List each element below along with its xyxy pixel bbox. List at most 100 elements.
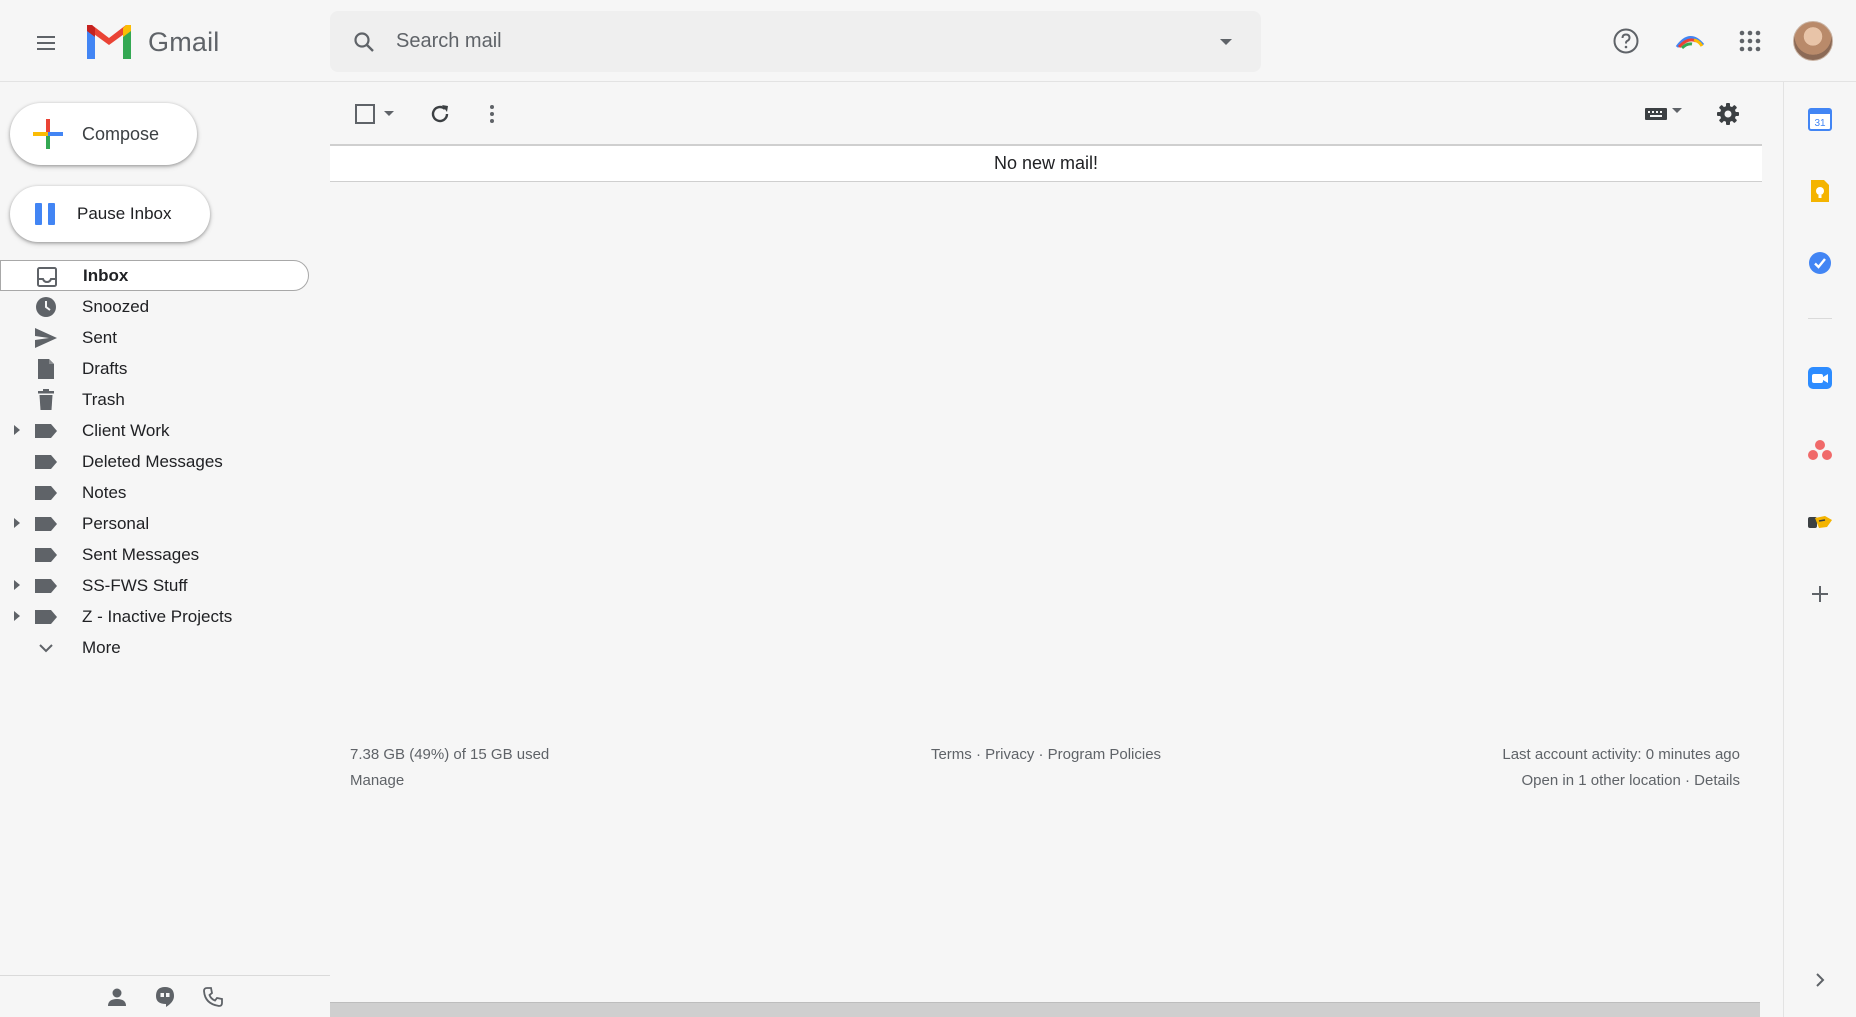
pause-icon [35, 203, 55, 225]
caret-down-icon [1672, 108, 1682, 113]
sidebar-item-personal[interactable]: Personal [0, 508, 330, 539]
checkbox-icon [355, 104, 375, 124]
get-addons-button[interactable] [1800, 574, 1840, 614]
show-side-panel-button[interactable] [1800, 960, 1840, 1000]
zoom-addon[interactable] [1800, 358, 1840, 398]
settings-button[interactable] [1708, 94, 1748, 134]
caret-down-icon [1220, 39, 1232, 45]
sidebar-item-label: Personal [82, 513, 150, 533]
draft-icon [34, 357, 58, 381]
main-menu-button[interactable] [24, 21, 68, 65]
select-all-checkbox[interactable] [350, 94, 398, 134]
terms-link[interactable]: Terms [931, 746, 972, 763]
program-policies-link[interactable]: Program Policies [1048, 746, 1161, 763]
sidebar-item-label: Deleted Messages [82, 451, 223, 471]
label-icon [34, 512, 58, 536]
sidebar-item-snoozed[interactable]: Snoozed [0, 291, 330, 322]
plus-icon [1812, 586, 1828, 602]
side-panel-divider [1808, 318, 1832, 319]
search-bar [330, 11, 1261, 72]
empty-inbox-bar: No new mail! [330, 144, 1762, 182]
horizontal-scrollbar[interactable] [330, 1002, 1760, 1017]
sidebar-item-sent-messages[interactable]: Sent Messages [0, 539, 330, 570]
search-options-button[interactable] [1213, 29, 1239, 55]
compose-label: Compose [82, 123, 160, 144]
sidebar-item-label: Sent [82, 327, 117, 347]
folder-list: Inbox Snoozed Sent Drafts Trash Client W… [0, 260, 330, 663]
sidebar-item-label: More [82, 637, 121, 657]
compose-plus-icon [33, 119, 63, 149]
tasks-addon[interactable] [1800, 243, 1840, 283]
keyboard-icon [1645, 108, 1667, 120]
addon-extension[interactable] [1800, 502, 1840, 542]
search-input[interactable] [396, 30, 1176, 53]
details-link[interactable]: Details [1694, 772, 1740, 789]
calendar-addon[interactable]: 31 [1800, 99, 1840, 139]
sidebar-item-label: Inbox [83, 265, 129, 285]
pause-inbox-button[interactable]: Pause Inbox [10, 186, 210, 242]
expand-arrow-icon[interactable] [14, 425, 20, 435]
handshake-icon [1808, 516, 1832, 528]
sidebar-item-label: Notes [82, 482, 127, 502]
expand-arrow-icon[interactable] [14, 580, 20, 590]
gmail-logo[interactable]: Gmail [84, 20, 220, 64]
sidebar-item-notes[interactable]: Notes [0, 477, 330, 508]
sidebar-item-label: Drafts [82, 358, 128, 378]
sidebar-item-trash[interactable]: Trash [0, 384, 330, 415]
privacy-link[interactable]: Privacy [985, 746, 1034, 763]
contacts-button[interactable] [104, 984, 130, 1010]
support-button[interactable] [1604, 19, 1648, 63]
caret-down-icon [384, 111, 394, 116]
sidebar-item-client-work[interactable]: Client Work [0, 415, 330, 446]
sidebar-item-z-inactive-projects[interactable]: Z - Inactive Projects [0, 601, 330, 632]
side-panel: 31 [1783, 82, 1856, 1017]
sidebar-item-deleted-messages[interactable]: Deleted Messages [0, 446, 330, 477]
label-icon [34, 543, 58, 567]
search-button[interactable] [344, 22, 384, 62]
more-actions-button[interactable] [472, 94, 512, 134]
hangouts-bar [0, 975, 330, 1017]
gmail-m-icon [87, 25, 131, 59]
hangouts-icon [156, 986, 174, 1007]
sidebar-item-ss-fws-stuff[interactable]: SS-FWS Stuff [0, 570, 330, 601]
trash-icon [34, 388, 58, 412]
keep-addon[interactable] [1800, 171, 1840, 211]
tasks-icon [1809, 252, 1831, 274]
label-icon [34, 450, 58, 474]
asana-addon[interactable] [1800, 430, 1840, 470]
separator: · [1680, 772, 1695, 789]
sidebar-item-label: SS-FWS Stuff [82, 575, 188, 595]
sidebar: Compose Pause Inbox Inbox Snoozed Sent D… [0, 82, 330, 1017]
hangouts-button[interactable] [152, 984, 178, 1010]
zoom-icon [1808, 367, 1832, 389]
chevron-right-icon [1816, 973, 1825, 987]
chevron-down-icon [34, 636, 58, 660]
refresh-icon [431, 105, 449, 123]
account-avatar[interactable] [1793, 21, 1833, 61]
expand-arrow-icon[interactable] [14, 518, 20, 528]
sidebar-item-label: Trash [82, 389, 125, 409]
phone-button[interactable] [200, 984, 226, 1010]
label-icon [34, 574, 58, 598]
compose-button[interactable]: Compose [10, 103, 197, 165]
rainbow-extension-icon [1675, 36, 1705, 50]
asana-icon [1808, 440, 1832, 460]
calendar-icon: 31 [1808, 108, 1832, 131]
sidebar-item-inbox[interactable]: Inbox [0, 260, 309, 291]
expand-arrow-icon[interactable] [14, 611, 20, 621]
apps-grid-icon [1739, 30, 1761, 52]
input-tools-button[interactable] [1638, 94, 1688, 134]
more-vert-icon [490, 105, 494, 123]
manage-storage-link[interactable]: Manage [350, 768, 549, 794]
label-icon [34, 481, 58, 505]
refresh-button[interactable] [420, 94, 460, 134]
extension-button[interactable] [1668, 19, 1712, 63]
person-icon [108, 988, 126, 1006]
sidebar-item-more[interactable]: More [0, 632, 330, 663]
google-apps-button[interactable] [1728, 19, 1772, 63]
sidebar-item-drafts[interactable]: Drafts [0, 353, 330, 384]
clock-icon [34, 295, 58, 319]
sidebar-item-sent[interactable]: Sent [0, 322, 330, 353]
app-name: Gmail [148, 26, 220, 57]
label-icon [34, 605, 58, 629]
